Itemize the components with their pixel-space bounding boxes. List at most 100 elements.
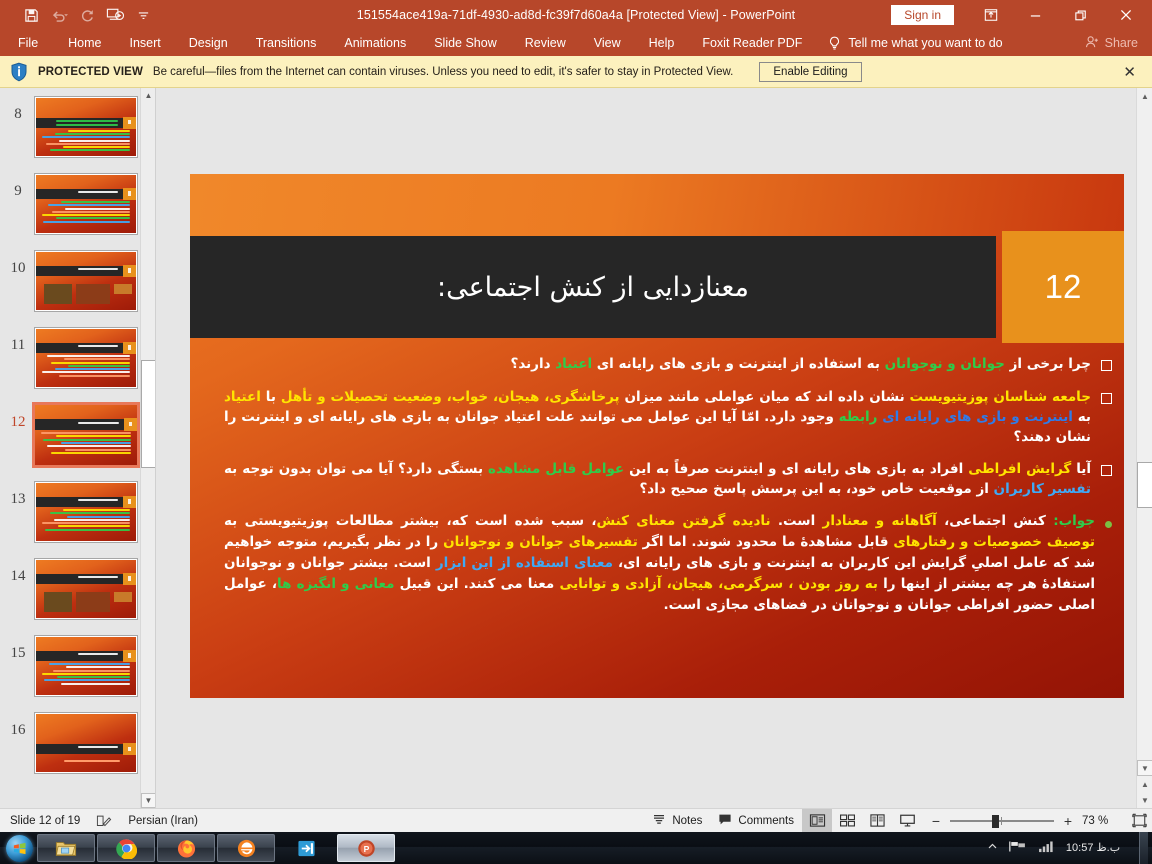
slide-thumbnail-preview[interactable] xyxy=(34,327,138,389)
slide-thumbnail-preview[interactable] xyxy=(34,712,138,774)
work-area: 8 9 10 11 12 13 14 15 16 ▲ ▼ معنازدایی از کنش اج… xyxy=(0,88,1152,808)
slide-thumbnail-preview[interactable] xyxy=(32,402,140,468)
slide-thumbnail-canvas xyxy=(36,252,136,310)
slide-thumbnail-preview[interactable] xyxy=(34,635,138,697)
comments-button[interactable]: Comments xyxy=(710,809,802,833)
zoom-control[interactable]: − + 73 % xyxy=(922,813,1126,829)
slide-thumbnail-preview[interactable] xyxy=(34,558,138,620)
thumbnail-image xyxy=(44,284,72,305)
minimize-icon[interactable] xyxy=(1013,0,1058,30)
language-indicator[interactable]: Persian (Iran) xyxy=(120,809,206,833)
view-slide-show-button[interactable] xyxy=(892,809,922,833)
scroll-up-icon[interactable]: ▲ xyxy=(1137,88,1152,104)
fit-to-window-icon[interactable] xyxy=(1126,809,1152,833)
text-run: تفسیر کاربران xyxy=(993,481,1091,497)
taskbar-item-internet-explorer[interactable] xyxy=(217,834,275,862)
zoom-out-button[interactable]: − xyxy=(930,813,942,829)
ribbon-tab-foxit-reader-pdf[interactable]: Foxit Reader PDF xyxy=(688,32,816,55)
save-icon[interactable] xyxy=(18,3,44,27)
slide-thumbnail-list: 8 9 10 11 12 13 14 15 16 xyxy=(0,88,155,789)
keyboard-language-icon[interactable] xyxy=(1008,840,1028,856)
ribbon-tab-review[interactable]: Review xyxy=(511,32,580,55)
slide-surface[interactable]: معنازدایی از کنش اجتماعی: 12 چرا برخی از… xyxy=(190,174,1124,698)
slide-body-placeholder[interactable]: چرا برخی از جوانان و نوجوانان به استفاده… xyxy=(224,354,1112,628)
undo-icon[interactable] xyxy=(46,3,72,27)
text-run: به xyxy=(1072,409,1091,425)
slide-thumbnail-item[interactable]: 11 xyxy=(0,327,155,404)
thumbnail-body-line xyxy=(68,364,130,367)
slide-thumbnail-item[interactable]: 13 xyxy=(0,481,155,558)
ribbon-tab-home[interactable]: Home xyxy=(54,32,115,55)
close-icon[interactable]: ✕ xyxy=(1117,63,1142,81)
ribbon-tab-view[interactable]: View xyxy=(580,32,635,55)
zoom-in-button[interactable]: + xyxy=(1062,813,1074,829)
slide-thumbnail-preview[interactable] xyxy=(34,250,138,312)
ribbon-tab-design[interactable]: Design xyxy=(175,32,242,55)
slide-title-placeholder[interactable]: معنازدایی از کنش اجتماعی: xyxy=(190,236,996,338)
thumbnail-body-line xyxy=(49,663,130,666)
slide-thumbnail-preview[interactable] xyxy=(34,481,138,543)
slide-thumbnail-item[interactable]: 10 xyxy=(0,250,155,327)
start-button[interactable] xyxy=(2,833,36,863)
enable-editing-button[interactable]: Enable Editing xyxy=(759,61,862,82)
view-slide-sorter-button[interactable] xyxy=(832,809,862,833)
scrollbar-thumb[interactable] xyxy=(141,360,155,468)
slide-indicator[interactable]: Slide 12 of 19 xyxy=(0,809,88,833)
slide-thumbnail-preview[interactable] xyxy=(34,173,138,235)
ribbon-tab-insert[interactable]: Insert xyxy=(116,32,175,55)
taskbar-item-firefox[interactable] xyxy=(157,834,215,862)
share-button[interactable]: Share xyxy=(1085,35,1152,52)
ribbon-tab-help[interactable]: Help xyxy=(635,32,689,55)
thumbnail-body-line xyxy=(59,374,130,377)
slide-thumbnail-item[interactable]: 16 xyxy=(0,712,155,789)
scroll-down-icon[interactable]: ▼ xyxy=(1137,792,1152,808)
start-from-beginning-icon[interactable] xyxy=(102,3,128,27)
zoom-slider-handle[interactable] xyxy=(992,814,999,828)
customize-quick-access-toolbar-icon[interactable] xyxy=(130,3,156,27)
slide-thumbnail-item[interactable]: 9 xyxy=(0,173,155,250)
network-signal-icon[interactable] xyxy=(1038,840,1055,856)
thumbnail-scrollbar[interactable]: ▲ ▼ xyxy=(140,88,155,808)
scroll-up-icon[interactable]: ▲ xyxy=(141,88,155,103)
ribbon-tab-slide-show[interactable]: Slide Show xyxy=(420,32,511,55)
notes-button[interactable]: Notes xyxy=(644,809,710,833)
ribbon-tab-file[interactable]: File xyxy=(0,32,54,55)
restore-icon[interactable] xyxy=(1058,0,1103,30)
ribbon-display-options-icon[interactable] xyxy=(968,0,1013,30)
thumbnail-number-box xyxy=(123,418,137,431)
view-reading-view-button[interactable] xyxy=(862,809,892,833)
sign-in-button[interactable]: Sign in xyxy=(891,5,954,25)
previous-slide-icon[interactable]: ▼ xyxy=(1137,760,1152,776)
taskbar-item-google-chrome[interactable] xyxy=(97,834,155,862)
slide-thumbnail-item[interactable]: 8 xyxy=(0,96,155,173)
taskbar-item-powerpoint[interactable]: P xyxy=(337,834,395,862)
tell-me-search[interactable]: Tell me what you want to do xyxy=(828,36,1003,51)
scrollbar-thumb[interactable] xyxy=(1137,462,1152,508)
slide-thumbnail-item[interactable]: 14 xyxy=(0,558,155,635)
scroll-down-icon[interactable]: ▼ xyxy=(141,793,155,808)
show-desktop-button[interactable] xyxy=(1139,832,1148,864)
ribbon-tab-animations[interactable]: Animations xyxy=(330,32,420,55)
document-scrollbar[interactable]: ▲ ▼ ▲ ▼ xyxy=(1136,88,1152,808)
show-hidden-icons-icon[interactable] xyxy=(987,841,998,855)
system-tray: 10:57 ب.ظ xyxy=(987,832,1152,864)
taskbar-item-file-explorer[interactable] xyxy=(37,834,95,862)
spell-check-icon[interactable] xyxy=(88,809,120,833)
thumbnail-body-line xyxy=(57,676,130,679)
zoom-level[interactable]: 73 % xyxy=(1082,815,1118,827)
thumbnail-body-line xyxy=(42,371,130,374)
text-run: معنای استفاده از این ابزار xyxy=(435,555,613,571)
ribbon-tab-transitions[interactable]: Transitions xyxy=(242,32,331,55)
slide-thumbnail-number: 8 xyxy=(14,106,22,122)
slide-thumbnail-item[interactable]: 12 xyxy=(0,402,155,481)
clock[interactable]: 10:57 ب.ظ xyxy=(1065,842,1121,855)
next-slide-icon[interactable]: ▲ xyxy=(1137,776,1152,792)
slide-thumbnail-preview[interactable] xyxy=(34,96,138,158)
redo-icon[interactable] xyxy=(74,3,100,27)
slide-thumbnail-pane[interactable]: 8 9 10 11 12 13 14 15 16 ▲ ▼ xyxy=(0,88,156,808)
slide-thumbnail-item[interactable]: 15 xyxy=(0,635,155,712)
taskbar-item-blue-arrow[interactable] xyxy=(277,834,335,862)
close-icon[interactable] xyxy=(1103,0,1148,30)
zoom-slider[interactable] xyxy=(950,814,1054,828)
view-normal-button[interactable] xyxy=(802,808,832,833)
